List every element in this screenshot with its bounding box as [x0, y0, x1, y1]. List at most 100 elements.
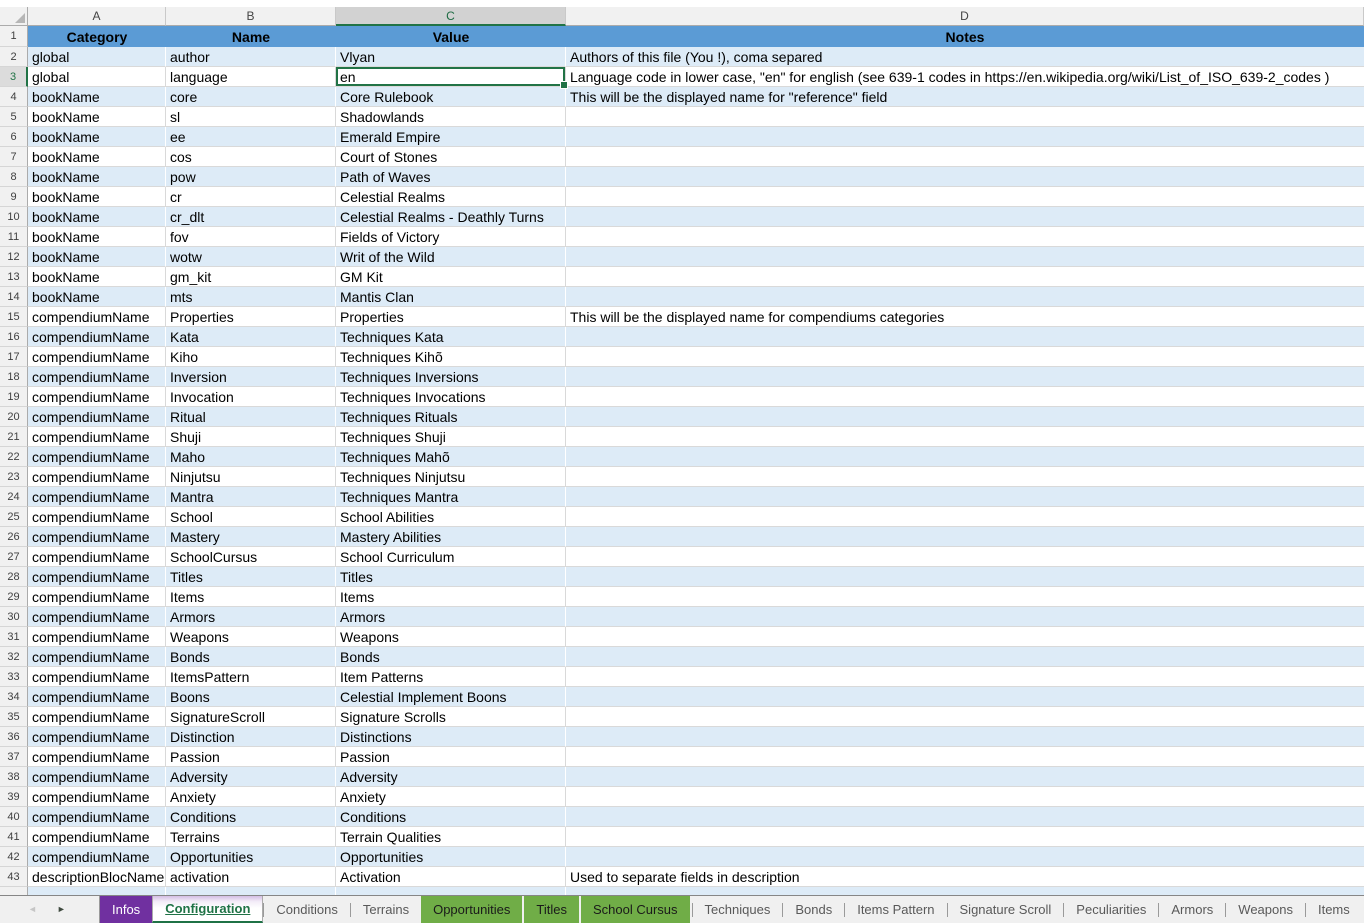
cell-B38[interactable]: Adversity	[166, 767, 336, 787]
row-header-42[interactable]: 42	[0, 847, 28, 867]
cell-A21[interactable]: compendiumName	[28, 427, 166, 447]
select-all-button[interactable]	[0, 7, 28, 26]
sheet-tab-signature-scroll[interactable]: Signature Scroll	[948, 896, 1064, 923]
cell-C39[interactable]: Anxiety	[336, 787, 566, 807]
cell-C5[interactable]: Shadowlands	[336, 107, 566, 127]
cell-A13[interactable]: bookName	[28, 267, 166, 287]
row-header-27[interactable]: 27	[0, 547, 28, 567]
cell-D12[interactable]	[566, 247, 1364, 267]
cell-C42[interactable]: Opportunities	[336, 847, 566, 867]
cell-D37[interactable]	[566, 747, 1364, 767]
cell-A16[interactable]: compendiumName	[28, 327, 166, 347]
cell-A34[interactable]: compendiumName	[28, 687, 166, 707]
cell-D1[interactable]: Notes	[566, 26, 1364, 47]
cell-C10[interactable]: Celestial Realms - Deathly Turns	[336, 207, 566, 227]
cell-B13[interactable]: gm_kit	[166, 267, 336, 287]
sheet-tab-items[interactable]: Items	[1306, 896, 1362, 923]
cell-C41[interactable]: Terrain Qualities	[336, 827, 566, 847]
cell-D10[interactable]	[566, 207, 1364, 227]
cell-D5[interactable]	[566, 107, 1364, 127]
cell-A35[interactable]: compendiumName	[28, 707, 166, 727]
row-header-8[interactable]: 8	[0, 167, 28, 187]
cell-D19[interactable]	[566, 387, 1364, 407]
cell-B44-partial[interactable]	[166, 887, 336, 895]
cell-A11[interactable]: bookName	[28, 227, 166, 247]
cell-B9[interactable]: cr	[166, 187, 336, 207]
sheet-tab-titles[interactable]: Titles	[524, 896, 579, 923]
sheet-tab-infos[interactable]: Infos	[100, 896, 152, 923]
cell-C1[interactable]: Value	[336, 26, 566, 47]
cell-A14[interactable]: bookName	[28, 287, 166, 307]
cell-B17[interactable]: Kiho	[166, 347, 336, 367]
row-header-9[interactable]: 9	[0, 187, 28, 207]
cell-C3[interactable]: en	[336, 67, 566, 87]
cell-A42[interactable]: compendiumName	[28, 847, 166, 867]
cell-A32[interactable]: compendiumName	[28, 647, 166, 667]
cell-B24[interactable]: Mantra	[166, 487, 336, 507]
cell-B20[interactable]: Ritual	[166, 407, 336, 427]
row-header-1[interactable]: 1	[0, 26, 28, 47]
cell-A18[interactable]: compendiumName	[28, 367, 166, 387]
cell-C24[interactable]: Techniques Mantra	[336, 487, 566, 507]
cell-D28[interactable]	[566, 567, 1364, 587]
row-header-31[interactable]: 31	[0, 627, 28, 647]
sheet-tab-peculiarities[interactable]: Peculiarities	[1064, 896, 1158, 923]
cell-C2[interactable]: Vlyan	[336, 47, 566, 67]
cell-B26[interactable]: Mastery	[166, 527, 336, 547]
cell-B10[interactable]: cr_dlt	[166, 207, 336, 227]
cell-A31[interactable]: compendiumName	[28, 627, 166, 647]
cell-C23[interactable]: Techniques Ninjutsu	[336, 467, 566, 487]
cell-D42[interactable]	[566, 847, 1364, 867]
cell-A43[interactable]: descriptionBlocName	[28, 867, 166, 887]
cell-B33[interactable]: ItemsPattern	[166, 667, 336, 687]
cell-B6[interactable]: ee	[166, 127, 336, 147]
cell-A26[interactable]: compendiumName	[28, 527, 166, 547]
sheet-tab-opportunities[interactable]: Opportunities	[421, 896, 522, 923]
cell-C18[interactable]: Techniques Inversions	[336, 367, 566, 387]
cell-A25[interactable]: compendiumName	[28, 507, 166, 527]
cell-C38[interactable]: Adversity	[336, 767, 566, 787]
cell-A44-partial[interactable]	[28, 887, 166, 895]
row-header-43[interactable]: 43	[0, 867, 28, 887]
cell-D39[interactable]	[566, 787, 1364, 807]
cell-A40[interactable]: compendiumName	[28, 807, 166, 827]
cell-C4[interactable]: Core Rulebook	[336, 87, 566, 107]
row-header-12[interactable]: 12	[0, 247, 28, 267]
cell-B31[interactable]: Weapons	[166, 627, 336, 647]
cell-B22[interactable]: Maho	[166, 447, 336, 467]
row-header-34[interactable]: 34	[0, 687, 28, 707]
sheet-tab-techniques[interactable]: Techniques	[693, 896, 783, 923]
cell-C37[interactable]: Passion	[336, 747, 566, 767]
cell-D9[interactable]	[566, 187, 1364, 207]
cell-A28[interactable]: compendiumName	[28, 567, 166, 587]
cell-D18[interactable]	[566, 367, 1364, 387]
cell-D25[interactable]	[566, 507, 1364, 527]
cell-A5[interactable]: bookName	[28, 107, 166, 127]
cell-D36[interactable]	[566, 727, 1364, 747]
cell-C16[interactable]: Techniques Kata	[336, 327, 566, 347]
cell-C20[interactable]: Techniques Rituals	[336, 407, 566, 427]
cell-D2[interactable]: Authors of this file (You !), coma separ…	[566, 47, 1364, 67]
row-header-40[interactable]: 40	[0, 807, 28, 827]
cell-C17[interactable]: Techniques Kihõ	[336, 347, 566, 367]
cell-A30[interactable]: compendiumName	[28, 607, 166, 627]
cell-B42[interactable]: Opportunities	[166, 847, 336, 867]
cell-A23[interactable]: compendiumName	[28, 467, 166, 487]
cell-B29[interactable]: Items	[166, 587, 336, 607]
cell-A12[interactable]: bookName	[28, 247, 166, 267]
cell-A36[interactable]: compendiumName	[28, 727, 166, 747]
row-header-33[interactable]: 33	[0, 667, 28, 687]
cell-B2[interactable]: author	[166, 47, 336, 67]
cell-D14[interactable]	[566, 287, 1364, 307]
cell-B1[interactable]: Name	[166, 26, 336, 47]
row-header-25[interactable]: 25	[0, 507, 28, 527]
row-header-38[interactable]: 38	[0, 767, 28, 787]
row-header-30[interactable]: 30	[0, 607, 28, 627]
cell-D3[interactable]: Language code in lower case, "en" for en…	[566, 67, 1364, 87]
cell-A9[interactable]: bookName	[28, 187, 166, 207]
cell-C29[interactable]: Items	[336, 587, 566, 607]
row-header-24[interactable]: 24	[0, 487, 28, 507]
row-header-37[interactable]: 37	[0, 747, 28, 767]
row-header-22[interactable]: 22	[0, 447, 28, 467]
cell-D7[interactable]	[566, 147, 1364, 167]
